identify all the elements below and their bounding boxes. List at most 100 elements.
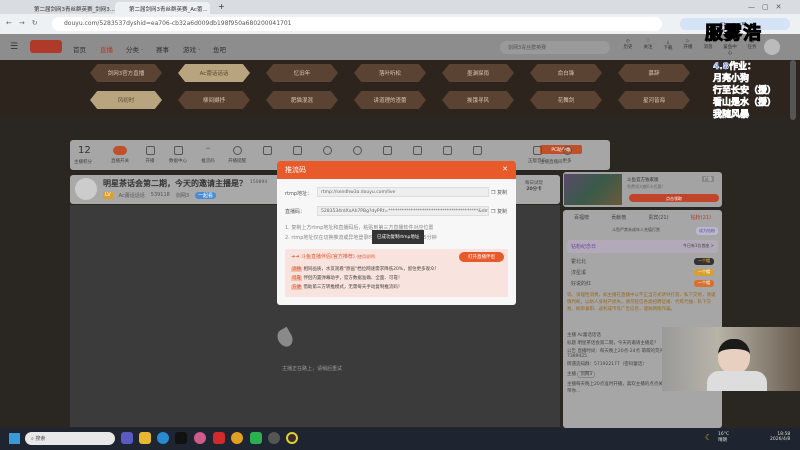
daily-trial[interactable]: 每日试玩 20分卡 <box>525 180 543 192</box>
ad-button[interactable]: 点击领取 <box>629 194 719 202</box>
menu-icon[interactable]: ☰ <box>10 42 18 52</box>
chat-tab[interactable]: 贡献榜 <box>611 214 626 221</box>
douyu-logo[interactable] <box>30 40 62 53</box>
banner-button[interactable]: 落叶听松 <box>354 64 426 82</box>
app-icon[interactable] <box>175 432 187 444</box>
tool-item[interactable] <box>402 146 432 158</box>
tool-item[interactable] <box>372 146 402 158</box>
chat-notice: 斗鱼严禁未成年人充值打赏 <box>612 227 660 232</box>
tool-item[interactable] <box>462 146 492 158</box>
banner-button[interactable]: 星河皆海 <box>618 91 690 109</box>
tool-gift[interactable] <box>252 146 282 158</box>
app-icon[interactable] <box>286 432 298 444</box>
rtmp-input[interactable]: rtmp://sendhw3a.douyu.com/live <box>317 187 489 197</box>
browser-tab-bar: 第二届剑网3青丝群英赛_剑网3... 第二届剑网3青丝群英赛_Ac蕾... + … <box>0 0 800 14</box>
streamer-name[interactable]: Ac蕾话话话 <box>119 192 145 199</box>
header-icon-download[interactable]: ⤓ 下载 <box>662 39 674 56</box>
stream-code-input[interactable]: 5283534rdXoAh7PBg?dyPRt=****************… <box>317 206 489 216</box>
fan-row[interactable]: 霍北北 一个帽 <box>563 256 722 267</box>
fan-row[interactable]: 淳星溪 一个帽 <box>563 267 722 278</box>
nav-category[interactable]: 分类 · <box>126 44 143 54</box>
banner-button[interactable]: 慕辞 <box>618 64 690 82</box>
nav-live[interactable]: 直播 <box>100 44 113 54</box>
tool-reminder[interactable]: 开播提醒 <box>222 146 252 164</box>
category-link[interactable]: 剑网3 <box>176 192 189 199</box>
tool-stream-key[interactable]: 〰推流码 <box>193 146 223 164</box>
chat-tab-active[interactable]: 钻粉(21) <box>691 214 711 221</box>
tool-item[interactable] <box>312 146 342 158</box>
tag-badge[interactable]: 一起看 <box>195 192 217 199</box>
banner-button[interactable]: 剑网3官方直播 <box>90 64 162 82</box>
start-icon[interactable] <box>9 433 20 444</box>
nav-yuba[interactable]: 鱼吧 <box>213 44 226 54</box>
nav-home[interactable]: 首页 <box>73 44 86 54</box>
weather[interactable]: 16°C 晴朗 <box>718 432 729 443</box>
nav-events[interactable]: 赛事 <box>156 44 169 54</box>
banner-button[interactable]: 忆旧年 <box>266 64 338 82</box>
hot-value: 539118 <box>150 192 170 198</box>
chat-tab[interactable]: 百福榜 <box>574 214 589 221</box>
url-input[interactable]: douyu.com/5283537dyshid=ea706-cb32a6d009… <box>52 17 662 31</box>
edge-icon[interactable] <box>157 432 169 444</box>
promo-title: ➜➜ 斗鱼直播伴侣(官方推荐) (使用说明) <box>291 254 376 260</box>
chat-tab[interactable]: 贵宾(21) <box>648 214 668 221</box>
fan-day-row[interactable]: 钻粉纪念日 今日有1位首座 > <box>567 240 718 253</box>
new-tab-icon[interactable]: + <box>218 2 225 11</box>
tool-item[interactable] <box>342 146 372 158</box>
tool-more[interactable]: 更多 <box>552 146 582 164</box>
site-header: ☰ 剑网3青丝群英赛 ◷ 历史 ♡ 关注 ⤓ 下载 ▷ 开播 ✉ 消息 ⚲ 鲨鱼中心 ▤ 任务 <box>0 34 800 60</box>
wechat-icon[interactable] <box>250 432 262 444</box>
tool-item[interactable] <box>432 146 462 158</box>
header-icon-start[interactable]: ▷ 开播 <box>682 39 694 56</box>
banner-button[interactable]: 墨渊探雨 <box>442 64 514 82</box>
back-forward-reload-icons[interactable]: ← → ↻ <box>6 18 38 28</box>
obs-icon[interactable] <box>268 432 280 444</box>
tool-data-center[interactable]: 数据中心 <box>163 146 193 164</box>
copied-toast: 已成功复制rtmp地址 <box>372 230 425 244</box>
tool-gift-2[interactable] <box>282 146 312 158</box>
header-icon-follow[interactable]: ♡ 关注 <box>642 39 654 56</box>
tool-music[interactable]: 正版音乐 <box>522 146 552 164</box>
banner-button[interactable]: Ac蕾话话话 <box>178 64 250 82</box>
streamer-avatar[interactable] <box>75 178 97 200</box>
streamer-face <box>718 339 750 374</box>
app-icon[interactable] <box>194 432 206 444</box>
header-icon-history[interactable]: ◷ 历史 <box>622 39 634 56</box>
nav-games[interactable]: 游戏 · <box>183 44 200 54</box>
clock[interactable]: 18:58 2026/4/8 <box>770 432 790 442</box>
ad-banner[interactable]: 斗鱼官方独家版 免费领大额0卡优惠! 广告 点击领取 <box>563 172 722 207</box>
banner-button[interactable]: 挨饿寻风 <box>442 91 514 109</box>
taskbar-search[interactable]: ⌕ 搜索 <box>25 432 115 445</box>
avatar[interactable] <box>764 39 780 55</box>
ad-image <box>564 174 622 205</box>
promo-help-link[interactable]: (使用说明) <box>356 254 375 259</box>
file-explorer-icon[interactable] <box>139 432 151 444</box>
code-label: 直播码： <box>285 209 306 215</box>
window-controls[interactable]: — ▢ ✕ <box>748 2 781 12</box>
tool-live-switch[interactable]: 直播开关 <box>105 146 135 164</box>
copy-rtmp-button[interactable]: ❐ 复制 <box>491 189 507 196</box>
score-value: 12 <box>78 145 91 156</box>
banner-button[interactable]: 风初时 <box>90 91 162 109</box>
scrollbar[interactable] <box>790 60 796 120</box>
browser-tab[interactable]: 第二届剑网3青丝群英赛_剑网3... <box>20 2 115 14</box>
banner-button[interactable]: 肥猫混混 <box>266 91 338 109</box>
browser-tab-active[interactable]: 第二届剑网3青丝群英赛_Ac蕾... <box>115 2 210 14</box>
open-companion-button[interactable]: 打开直播伴侣 <box>459 252 504 262</box>
banner-button[interactable]: 讲道理的渣蕾 <box>354 91 426 109</box>
close-icon[interactable]: ✕ <box>502 165 508 173</box>
feature-row: 可靠 伴侣内置弹幕助手，官方数据准确、全面、可靠！ <box>291 276 403 281</box>
chat-panel: 百福榜 贡献榜 贵宾(21) 钻粉(21) 斗鱼严禁未成年人充值打赏 成为钻粉 … <box>563 210 722 428</box>
banner-button[interactable]: 俞白锋 <box>530 64 602 82</box>
wps-icon[interactable] <box>213 432 225 444</box>
search-input[interactable]: 剑网3青丝群英赛 <box>500 41 610 54</box>
copy-code-button[interactable]: ❐ 复制 <box>491 208 507 215</box>
banner-button[interactable]: 柳间撷抒 <box>178 91 250 109</box>
become-fan-button[interactable]: 成为钻粉 <box>696 227 718 235</box>
fan-row[interactable]: 好说的红 一个帽 <box>563 278 722 289</box>
overlay-title: 服雾浩 <box>705 23 762 45</box>
banner-button[interactable]: 花舞剑 <box>530 91 602 109</box>
tool-start[interactable]: 开播 <box>135 146 165 164</box>
chrome-icon[interactable] <box>231 432 243 444</box>
teams-icon[interactable] <box>121 432 133 444</box>
